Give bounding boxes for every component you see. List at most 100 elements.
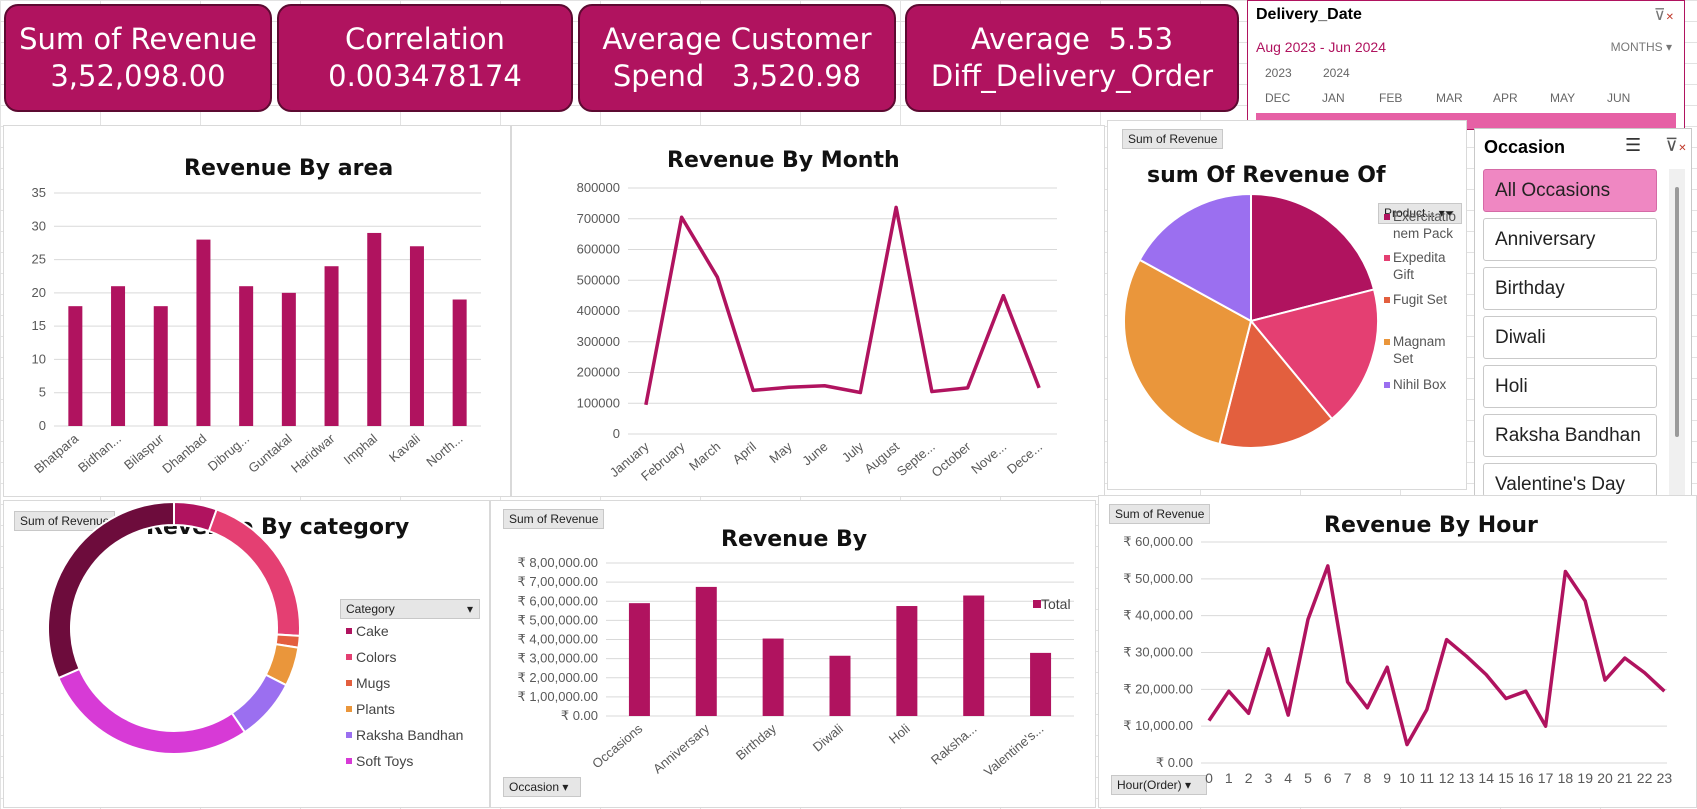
x-tick-label: 21 — [1617, 770, 1633, 786]
revenue-by-occasion-chart: ₹ 0.00 ₹ 1,00,000.00 ₹ 2,00,000.00 ₹ 3,00,0… — [517, 555, 1074, 779]
legend-swatch — [346, 732, 352, 738]
timeline-range: Aug 2023 - Jun 2024 — [1256, 39, 1386, 55]
y-tick-label: 30 — [32, 218, 46, 233]
x-tick-label: July — [839, 438, 867, 465]
x-tick-label: Kavali — [386, 431, 423, 465]
timeline-month[interactable]: MAR — [1436, 91, 1463, 105]
timeline-month[interactable]: DEC — [1265, 91, 1290, 105]
x-tick-label: Imphal — [341, 431, 381, 468]
revenue-by-month-chart: 0 100000 200000 300000 400000 500000 600000 700… — [577, 180, 1057, 484]
x-tick-label: 22 — [1637, 770, 1653, 786]
bar — [367, 232, 382, 426]
timeline-month[interactable]: JAN — [1322, 91, 1345, 105]
x-tick-label: 5 — [1304, 770, 1312, 786]
kpi-average-customer-spend: Average Customer Spend 3,520.98 — [578, 4, 896, 112]
x-tick-label: 6 — [1324, 770, 1332, 786]
slicer-title: Occasion — [1484, 137, 1566, 157]
y-tick-label: ₹ 0.00 — [1156, 755, 1193, 770]
x-tick-label: March — [686, 439, 723, 474]
timeline-month[interactable]: MAY — [1550, 91, 1575, 105]
occasion-item[interactable]: Valentine's Day — [1483, 463, 1657, 497]
x-tick-label: Dibrug... — [205, 431, 252, 474]
legend-swatch — [346, 628, 352, 634]
kpi-sum-of-revenue: Sum of Revenue 3,52,098.00 — [4, 4, 272, 112]
scrollbar-thumb[interactable] — [1675, 187, 1679, 437]
x-tick-label: 8 — [1364, 770, 1372, 786]
timeline-level: MONTHS — [1610, 40, 1663, 54]
y-tick-label: 700000 — [577, 211, 620, 226]
kpi-label: Average — [970, 22, 1091, 56]
x-tick-label: 10 — [1399, 770, 1415, 786]
timeline-level-dropdown[interactable]: MONTHS ▾ — [1611, 40, 1672, 54]
revenue-by-occasion-panel: Sum of Revenue Revenue By Occasion ▾ ₹ 0… — [490, 500, 1096, 808]
x-tick-label: Raksha... — [928, 721, 980, 768]
revenue-by-area-chart: 05101520253035BhatparaBidhan...BilaspurD… — [31, 185, 481, 476]
revenue-by-month-panel: Revenue By Month 0 100000 200000 300000 4000… — [511, 125, 1105, 497]
timeline-year: 2023 — [1265, 66, 1292, 80]
x-tick-label: October — [928, 438, 974, 480]
bar — [896, 606, 918, 716]
y-tick-label: 300000 — [577, 334, 620, 349]
clear-filter-icon[interactable]: ⊽✕ — [1654, 5, 1674, 24]
occasion-slicer[interactable]: Occasion ☰ ⊽✕ All Occasions Anniversary Bi… — [1474, 128, 1692, 497]
y-tick-label: ₹ 0.00 — [561, 708, 598, 723]
bar — [452, 299, 467, 426]
x-tick-label: 4 — [1284, 770, 1292, 786]
x-tick-label: 0 — [1205, 770, 1213, 786]
scrollbar[interactable] — [1669, 169, 1685, 495]
timeline-year: 2024 — [1323, 66, 1350, 80]
multi-select-icon[interactable]: ☰ — [1625, 135, 1641, 156]
timeline-month[interactable]: JUN — [1607, 91, 1630, 105]
legend-swatch — [1384, 297, 1390, 303]
x-tick-label: Diwali — [810, 721, 846, 755]
y-tick-label: 25 — [32, 252, 46, 267]
legend-swatch — [346, 654, 352, 660]
x-tick-label: North... — [423, 431, 465, 470]
bar — [695, 586, 717, 716]
x-tick-label: 17 — [1538, 770, 1554, 786]
occasion-item[interactable]: Holi — [1483, 365, 1657, 408]
series-line — [644, 205, 1041, 406]
y-tick-label: 800000 — [577, 180, 620, 195]
x-tick-label: Bhatpara — [31, 430, 82, 476]
clear-filter-icon[interactable]: ⊽✕ — [1665, 135, 1687, 156]
legend-label: Raksha Bandhan — [356, 727, 463, 743]
occasion-item[interactable]: Raksha Bandhan — [1483, 414, 1657, 457]
legend-label: Fugit Set — [1393, 292, 1447, 307]
occasion-item[interactable]: Diwali — [1483, 316, 1657, 359]
bar — [153, 306, 168, 426]
y-tick-label: 35 — [32, 185, 46, 200]
x-tick-label: 14 — [1478, 770, 1494, 786]
x-tick-label: Haridwar — [288, 430, 338, 475]
x-tick-label: 13 — [1459, 770, 1475, 786]
x-tick-label: June — [799, 439, 830, 469]
timeline-month[interactable]: APR — [1493, 91, 1518, 105]
revenue-by-area-panel: Revenue By area 0 5 10 15 20 25 30 35 Bhatpara Bi… — [3, 125, 511, 497]
kpi-value: 0.003478174 — [328, 59, 522, 93]
x-tick-label: 18 — [1558, 770, 1574, 786]
y-tick-label: ₹ 8,00,000.00 — [517, 555, 598, 570]
x-tick-label: 2 — [1245, 770, 1253, 786]
kpi-label-2: Spend — [612, 59, 705, 93]
x-tick-label: 9 — [1383, 770, 1391, 786]
delivery-date-timeline[interactable]: Delivery_Date ⊽✕ Aug 2023 - Jun 2024 MON… — [1247, 0, 1685, 130]
x-tick-label: 20 — [1597, 770, 1613, 786]
legend-label: Mugs — [356, 675, 390, 691]
y-tick-label: ₹ 20,000.00 — [1123, 681, 1193, 696]
timeline-month[interactable]: FEB — [1379, 91, 1402, 105]
x-tick-label: Valentine's... — [981, 721, 1047, 779]
occasion-item[interactable]: Anniversary — [1483, 218, 1657, 261]
occasion-item[interactable]: Birthday — [1483, 267, 1657, 310]
y-tick-label: 10 — [32, 351, 46, 366]
y-tick-label: ₹ 50,000.00 — [1123, 571, 1193, 586]
kpi-average-diff-delivery-order: Average 5.53 Diff_Delivery_Order — [905, 4, 1239, 112]
legend-swatch — [1033, 600, 1041, 608]
legend-label: Cake — [356, 623, 389, 639]
legend-label: Set — [1393, 351, 1414, 366]
occasion-item[interactable]: All Occasions — [1483, 169, 1657, 212]
bar — [963, 595, 985, 716]
legend-swatch — [1384, 382, 1390, 388]
y-tick-label: ₹ 7,00,000.00 — [517, 574, 598, 589]
y-tick-label: ₹ 2,00,000.00 — [517, 670, 598, 685]
y-tick-label: ₹ 30,000.00 — [1123, 645, 1193, 660]
